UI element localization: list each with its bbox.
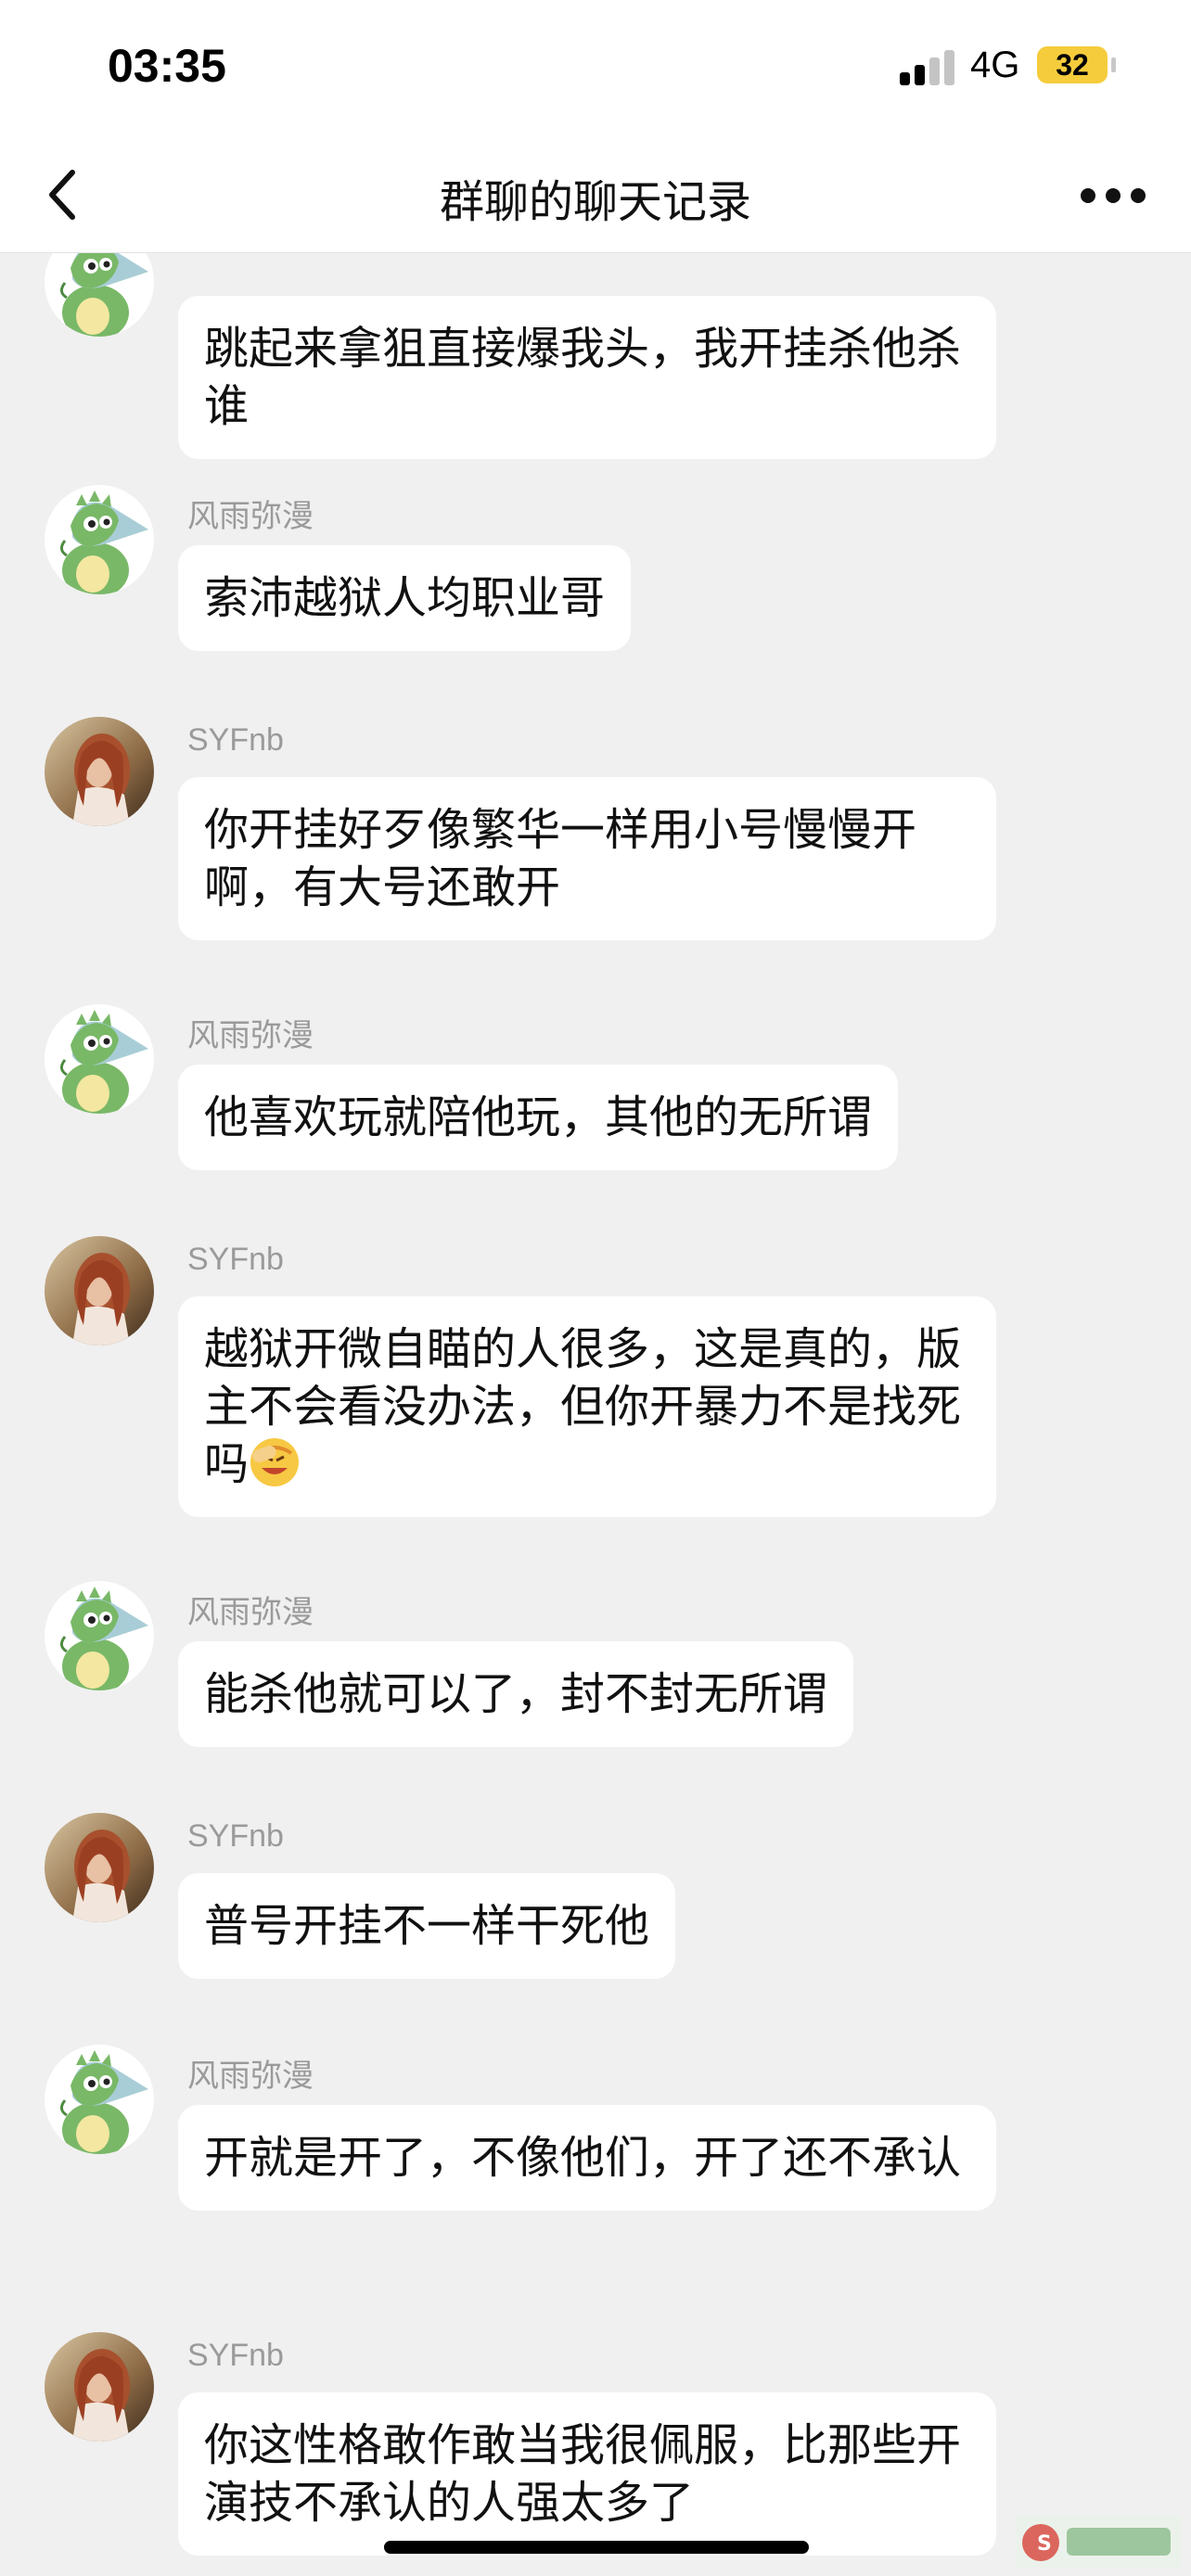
svg-text:S: S: [1037, 2532, 1052, 2556]
chat-history[interactable]: 跳起来拿狙直接爆我头，我开挂杀他杀谁 风雨弥漫 索沛越狱人均职业哥 SYFnb …: [0, 253, 1191, 2576]
sender-name: SYFnb: [187, 1818, 284, 1854]
dinosaur-avatar[interactable]: [45, 485, 154, 594]
watermark-logo: S: [1015, 2515, 1182, 2569]
battery-tip: [1111, 57, 1116, 72]
dinosaur-avatar[interactable]: [45, 1581, 154, 1690]
photo-avatar[interactable]: [45, 2332, 154, 2442]
network-type: 4G: [970, 45, 1020, 85]
message-text: 越狱开微自瞄的人很多，这是真的，版主不会看没办法，但你开暴力不是找死吗: [204, 1323, 962, 1490]
photo-avatar[interactable]: [45, 1236, 154, 1345]
photo-avatar[interactable]: [45, 1813, 154, 1922]
status-time: 03:35: [108, 40, 226, 92]
dinosaur-avatar[interactable]: [45, 2045, 154, 2154]
photo-avatar[interactable]: [45, 717, 154, 826]
sender-name: 风雨弥漫: [187, 1595, 314, 1630]
message-bubble: 你开挂好歹像繁华一样用小号慢慢开啊，有大号还敢开: [178, 777, 996, 940]
message-bubble: 开就是开了，不像他们，开了还不承认: [178, 2105, 996, 2211]
message-bubble: 越狱开微自瞄的人很多，这是真的，版主不会看没办法，但你开暴力不是找死吗: [178, 1296, 996, 1517]
message-bubble: 你这性格敢作敢当我很佩服，比那些开演技不承认的人强太多了: [178, 2392, 996, 2556]
sender-name: SYFnb: [187, 722, 284, 758]
signal-icon: [900, 48, 955, 85]
sender-name: 风雨弥漫: [187, 2059, 314, 2094]
more-dots-icon[interactable]: [1076, 184, 1150, 208]
sender-name: 风雨弥漫: [187, 1018, 314, 1053]
message-bubble: 索沛越狱人均职业哥: [178, 545, 632, 651]
dinosaur-avatar[interactable]: [45, 253, 154, 337]
message-bubble: 他喜欢玩就陪他玩，其他的无所谓: [178, 1065, 899, 1170]
sender-name: SYFnb: [187, 2338, 284, 2373]
message-bubble: 能杀他就可以了，封不封无所谓: [178, 1641, 854, 1747]
facepalm-emoji-icon: [249, 1436, 301, 1488]
message-bubble: 普号开挂不一样干死他: [178, 1873, 676, 1979]
page-title: 群聊的聊天记录: [439, 176, 751, 228]
dinosaur-avatar[interactable]: [45, 1004, 154, 1114]
home-indicator[interactable]: [384, 2541, 809, 2554]
battery-icon: 32: [1037, 46, 1108, 83]
sender-name: 风雨弥漫: [187, 499, 314, 534]
status-bar: 03:35 4G 32: [0, 0, 1191, 139]
message-bubble: 跳起来拿狙直接爆我头，我开挂杀他杀谁: [178, 296, 996, 459]
sender-name: SYFnb: [187, 1242, 284, 1277]
nav-bar: 群聊的聊天记录: [0, 139, 1191, 253]
